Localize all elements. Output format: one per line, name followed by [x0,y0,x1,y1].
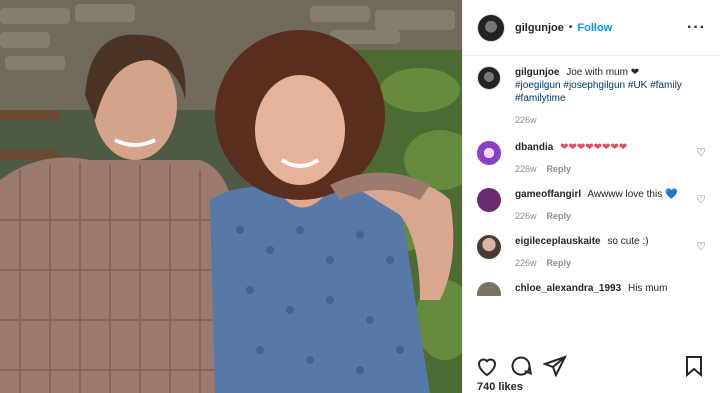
commenter-avatar[interactable] [477,282,501,296]
comments-list: gilgunjoe Joe with mum ❤ #joegilgun #jos… [477,66,706,296]
comment-meta: 226w Reply [515,210,688,223]
post-header: gilgunjoe • Follow ··· [463,0,720,56]
likes-count[interactable]: 740 likes [477,381,523,393]
comment-text: Awwww love this 💙 [587,189,678,200]
comment-text: ❤❤❤❤❤❤❤❤ [560,142,628,153]
heart-icon[interactable] [475,354,499,378]
comment-time[interactable]: 226w [515,164,537,174]
comment-icon[interactable] [509,354,533,378]
hashtag[interactable]: #familytime [515,93,566,104]
reply-button[interactable]: Reply [547,164,572,174]
post-actions [475,354,706,378]
comment-text: so cute :) [607,236,649,247]
commenter-avatar[interactable] [477,188,501,212]
commenter-username[interactable]: dbandia [515,142,553,153]
hashtag[interactable]: #family [650,80,682,91]
paper-plane-icon[interactable] [543,354,567,378]
heart-outline-icon[interactable]: ♡ [696,240,706,253]
post-sidebar: gilgunjoe • Follow ··· gilgunjoe Joe wit… [462,0,720,393]
comment-item: eigileceplauskaite so cute :) 226w Reply … [477,235,706,270]
comment-item: chloe_alexandra_1993 His mum [477,282,706,296]
bookmark-icon[interactable] [682,354,706,378]
instagram-post: gilgunjoe • Follow ··· gilgunjoe Joe wit… [0,0,720,393]
comment-time[interactable]: 226w [515,211,537,221]
photo-illustration [0,0,462,393]
comment-item: dbandia ❤❤❤❤❤❤❤❤ 226w Reply ♡ [477,141,706,176]
comment-item: gameoffangirl Awwww love this 💙 226w Repl… [477,188,706,223]
reply-button[interactable]: Reply [547,211,572,221]
hashtag[interactable]: #joegilgun [515,80,561,91]
commenter-avatar[interactable] [477,141,501,165]
post-photo[interactable] [0,0,462,393]
comment-meta: 226w Reply [515,257,688,270]
follow-button[interactable]: Follow [577,22,612,34]
comment-time[interactable]: 226w [515,258,537,268]
hashtag[interactable]: #UK [628,80,647,91]
caption-meta: 226w [515,114,706,127]
author-avatar[interactable] [477,13,505,42]
commenter-username[interactable]: eigileceplauskaite [515,236,601,247]
comment-text: His mum [627,283,668,294]
heart-outline-icon[interactable]: ♡ [696,193,706,206]
reply-button[interactable]: Reply [547,258,572,268]
heart-outline-icon[interactable]: ♡ [696,146,706,159]
more-options-icon[interactable]: ··· [687,19,706,37]
separator-dot: • [568,22,573,33]
commenter-avatar[interactable] [477,235,501,259]
caption-text: Joe with mum ❤ [563,67,640,78]
comment-meta: 226w Reply [515,163,688,176]
caption-time[interactable]: 226w [515,115,537,125]
commenter-username[interactable]: chloe_alexandra_1993 [515,283,621,294]
caption-username[interactable]: gilgunjoe [515,67,559,78]
hashtag[interactable]: #josephgilgun [563,80,625,91]
caption: gilgunjoe Joe with mum ❤ #joegilgun #jos… [477,66,706,127]
commenter-username[interactable]: gameoffangirl [515,189,581,200]
caption-avatar[interactable] [477,66,501,90]
author-username[interactable]: gilgunjoe [515,22,564,34]
